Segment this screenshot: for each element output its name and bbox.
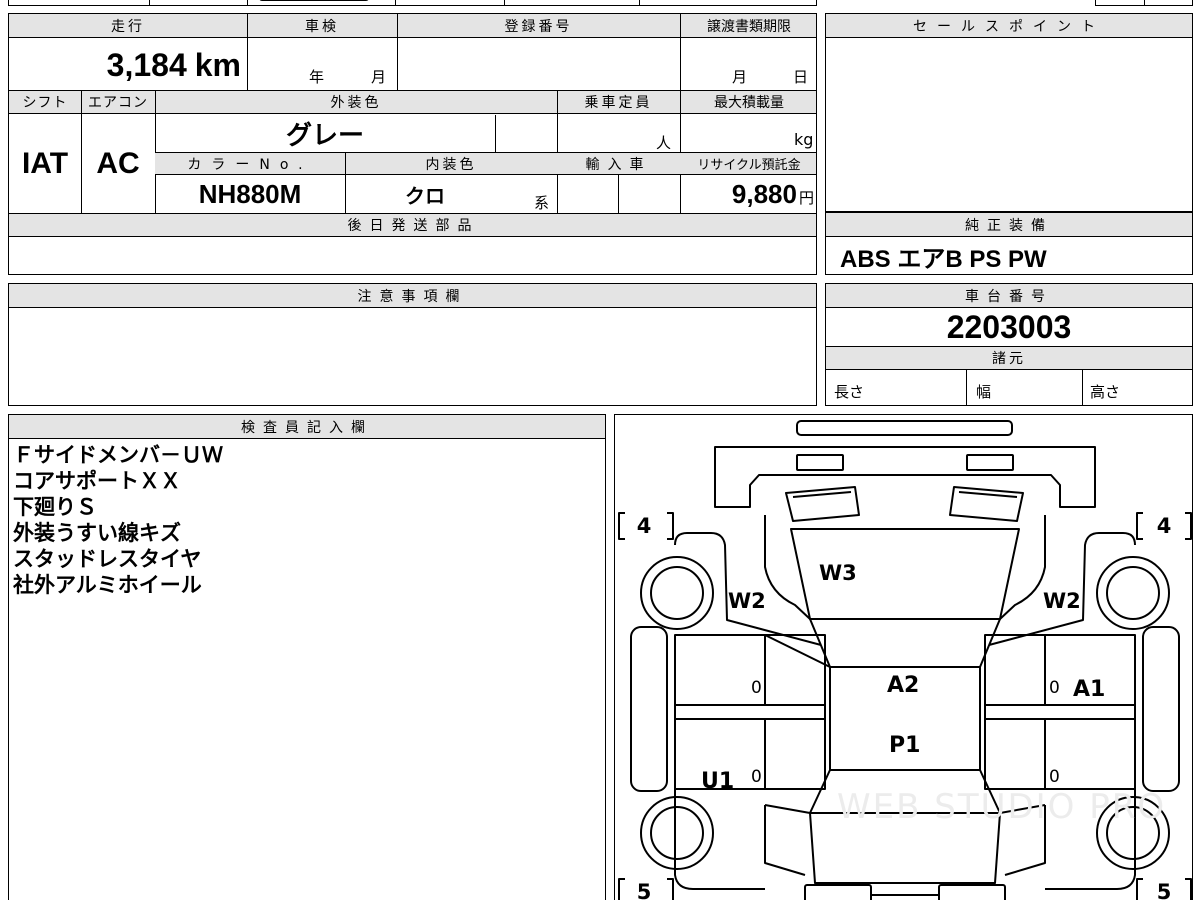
shaken-month-unit: 月	[371, 68, 387, 86]
chassis-number-label: 車台番号	[826, 284, 1192, 308]
shaken-label: 車検	[247, 14, 397, 38]
interior-color-label: 内装色	[345, 153, 557, 175]
exterior-color-label: 外装色	[155, 91, 557, 114]
tire-front-left-number: 4	[636, 514, 652, 538]
car-outline	[618, 420, 1192, 900]
later-parts-label: 後日発送部品	[9, 214, 816, 237]
top-right-strip	[1095, 0, 1193, 6]
aircon-label: エアコン	[81, 91, 155, 114]
inspector-line: 外装うすい線キズ	[13, 521, 181, 545]
inspector-lines: Ｆサイドメンバ－ＵＷ コアサポートＸＸ 下廻りＳ 外装うすい線キズ スタッドレス…	[13, 442, 223, 598]
vehicle-info-grid: 走行 車検 登録番号 譲渡書類期限 3,184 km 年 月 月 日 シフト エ…	[8, 13, 817, 275]
spec-width-label: 幅	[976, 383, 992, 401]
color-no-label: カラーNo.	[155, 153, 345, 175]
mark-zero: 0	[751, 678, 762, 698]
mileage-value: 3,184 km	[9, 40, 247, 90]
interior-color-suffix: 系	[534, 194, 550, 212]
mark-right-fender-w2: W2	[1043, 589, 1081, 613]
recycle-fee-number: 9,880	[731, 179, 797, 209]
specs-label: 諸元	[826, 346, 1192, 370]
max-load-unit: kg	[794, 130, 814, 149]
mark-zero: 0	[1049, 678, 1060, 698]
car-damage-diagram: 4 4 5 5 W3 W2 W2 A2 P1 A1 U1 0 0 0 0 WEB…	[614, 414, 1193, 900]
inspector-line: Ｆサイドメンバ－ＵＷ	[13, 443, 223, 467]
mileage-number: 3,184	[106, 46, 187, 83]
deadline-day-unit: 日	[793, 68, 809, 86]
max-load-label: 最大積載量	[680, 91, 816, 114]
aircon-value: AC	[96, 147, 140, 180]
mark-hood-w3: W3	[819, 561, 857, 585]
mark-zero: 0	[751, 767, 762, 787]
import-label: 輸入車	[557, 153, 680, 175]
chassis-specs-box: 車台番号 2203003 諸元 長さ 幅 高さ	[825, 283, 1193, 406]
capacity-unit: 人	[656, 134, 672, 152]
spec-length-label: 長さ	[834, 383, 865, 401]
transfer-deadline-label: 譲渡書類期限	[680, 14, 816, 38]
sales-point-label: セールスポイント	[826, 14, 1192, 38]
mark-roof-a2: A2	[887, 673, 920, 698]
mark-zero: 0	[1049, 767, 1060, 787]
notes-box: 注意事項欄	[8, 283, 817, 406]
mark-roof-p1: P1	[889, 733, 921, 758]
recycle-fee-unit: 円	[798, 190, 814, 207]
deadline-month-unit: 月	[732, 68, 748, 86]
exterior-color-value: グレー	[285, 120, 364, 150]
spec-height-label: 高さ	[1090, 383, 1121, 401]
inspector-line: コアサポートＸＸ	[13, 469, 181, 493]
genuine-equipment-box: 純正装備 ABS エアB PS PW	[825, 212, 1193, 275]
sales-point-box: セールスポイント	[825, 13, 1193, 212]
color-no-value: NH880M	[198, 179, 302, 209]
inspector-line: 下廻りＳ	[13, 495, 97, 519]
tire-rear-left-number: 5	[636, 880, 652, 900]
shift-label: シフト	[9, 91, 81, 114]
shift-value: IAT	[21, 147, 69, 180]
tire-rear-right-number: 5	[1156, 880, 1172, 900]
inspector-line: スタッドレスタイヤ	[13, 547, 202, 571]
interior-color-value: クロ	[405, 186, 445, 208]
genuine-equipment-label: 純正装備	[826, 213, 1192, 237]
recycle-fee-value: 9,880 円	[680, 176, 816, 213]
mileage-label: 走行	[9, 14, 247, 38]
top-header-strip	[8, 0, 817, 6]
mark-left-fender-w2: W2	[728, 589, 766, 613]
registration-number-label: 登録番号	[397, 14, 680, 38]
inspector-box: 検査員記入欄 Ｆサイドメンバ－ＵＷ コアサポートＸＸ 下廻りＳ 外装うすい線キズ…	[8, 414, 606, 900]
mark-left-rear-u1: U1	[701, 769, 735, 794]
chassis-number-value: 2203003	[946, 308, 1072, 345]
mileage-unit: km	[194, 46, 241, 83]
genuine-equipment-value: ABS エアB PS PW	[840, 245, 1047, 273]
shaken-year-unit: 年	[309, 68, 325, 86]
capacity-label: 乗車定員	[557, 91, 680, 114]
tire-front-right-number: 4	[1156, 514, 1172, 538]
watermark: WEB STUDIO PRO	[837, 787, 1167, 827]
recycle-fee-label: リサイクル預託金	[680, 153, 816, 175]
inspector-line: 社外アルミホイール	[13, 573, 202, 597]
inspector-label: 検査員記入欄	[9, 415, 605, 439]
notes-label: 注意事項欄	[9, 284, 816, 308]
mark-right-door-a1: A1	[1073, 677, 1106, 702]
